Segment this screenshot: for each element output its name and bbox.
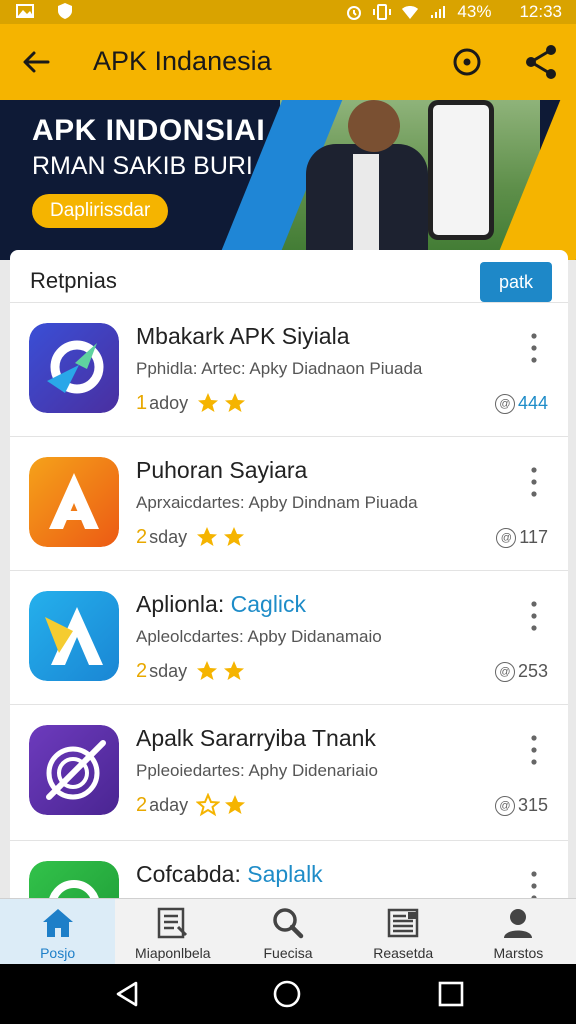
star-icon xyxy=(225,393,246,412)
download-count: @117 xyxy=(496,527,548,548)
clock: 12:33 xyxy=(519,2,562,21)
app-description: Ppleoiedartes: Aphy Didenariaio xyxy=(136,761,378,780)
signal-icon xyxy=(431,6,446,18)
recents-icon[interactable] xyxy=(436,979,466,1009)
app-list-card: Retpnias patk Mbakark APK Siyiala Pphidl… xyxy=(10,250,568,910)
back-arrow-icon[interactable] xyxy=(18,44,54,80)
app-meta: 2 aday xyxy=(136,793,247,817)
news-icon xyxy=(387,908,419,938)
app-icon xyxy=(29,323,119,413)
app-meta: 1 adoy xyxy=(136,391,247,415)
list-icon xyxy=(157,907,187,939)
app-list-item[interactable]: Apalk Sararryiba Tnank Ppleoiedartes: Ap… xyxy=(10,704,568,838)
share-icon[interactable] xyxy=(522,42,560,82)
app-list-item[interactable]: Mbakark APK Siyiala Pphidla: Artec: Apky… xyxy=(10,302,568,436)
alarm-icon xyxy=(347,6,362,20)
back-icon[interactable] xyxy=(112,979,142,1009)
app-icon xyxy=(29,725,119,815)
banner-title: APK INDONSIAI xyxy=(32,114,266,147)
nav-item-list[interactable]: Miaponlbela xyxy=(115,899,230,964)
gallery-icon xyxy=(16,4,34,18)
download-count: @253 xyxy=(494,661,548,682)
app-name: Puhoran Sayiara xyxy=(136,457,308,483)
nav-item-profile[interactable]: Marstos xyxy=(461,899,576,964)
star-icon xyxy=(224,661,245,680)
home-icon xyxy=(42,909,73,937)
more-vert-icon[interactable] xyxy=(526,599,542,633)
phone-image xyxy=(428,100,494,240)
banner-subtitle: RMAN SAKIB BURI xyxy=(32,152,253,180)
vibrate-icon xyxy=(373,4,392,20)
app-icon xyxy=(29,457,119,547)
more-vert-icon[interactable] xyxy=(526,331,542,365)
download-icon: @ xyxy=(494,393,515,414)
promo-banner[interactable]: APK INDONSIAI RMAN SAKIB BURI Daplirissd… xyxy=(0,100,576,260)
app-description: Apleolcdartes: Apby Didanamaio xyxy=(136,627,382,646)
app-name: Aplionla: Caglick xyxy=(136,591,307,617)
section-action-button[interactable]: patk xyxy=(480,262,552,302)
banner-button[interactable]: Daplirissdar xyxy=(32,194,169,228)
bottom-navigation: Posjo Miaponlbela Fuecisa Reasetda Marst… xyxy=(0,898,576,964)
app-bar: APK Indanesia xyxy=(0,24,576,100)
star-icon xyxy=(198,393,219,412)
star-icon xyxy=(197,527,218,546)
app-icon xyxy=(29,591,119,681)
download-count: @315 xyxy=(494,795,548,816)
home-button-icon[interactable] xyxy=(272,979,302,1009)
app-list-item[interactable]: Aplionla: Caglick Apleolcdartes: Apby Di… xyxy=(10,570,568,704)
rating-stars xyxy=(196,793,247,817)
app-description: Aprxaicdartes: Apby Dindnam Piuada xyxy=(136,493,418,512)
app-list-item[interactable]: Puhoran Sayiara Aprxaicdartes: Apby Dind… xyxy=(10,436,568,570)
profile-icon xyxy=(504,909,533,938)
app-meta: 2 sday xyxy=(136,659,246,683)
download-icon: @ xyxy=(494,795,515,816)
download-icon: @ xyxy=(496,527,517,548)
nav-item-search[interactable]: Fuecisa xyxy=(230,899,345,964)
nav-item-news[interactable]: Reasetda xyxy=(346,899,461,964)
app-name: Apalk Sararryiba Tnank xyxy=(136,725,376,751)
system-navigation-bar xyxy=(0,964,576,1024)
wifi-icon xyxy=(402,6,419,19)
rating-stars xyxy=(195,525,246,549)
battery-percent: 43% xyxy=(457,2,492,21)
more-vert-icon[interactable] xyxy=(526,465,542,499)
shield-icon xyxy=(58,3,72,19)
app-title: APK Indanesia xyxy=(93,46,272,76)
app-meta: 2 sday xyxy=(136,525,246,549)
more-vert-icon[interactable] xyxy=(526,733,542,767)
target-icon[interactable] xyxy=(449,44,485,80)
rating-stars xyxy=(196,391,247,415)
app-name: Cofcabda: Saplalk xyxy=(136,861,323,887)
app-name: Mbakark APK Siyiala xyxy=(136,323,350,349)
star-icon xyxy=(197,661,218,680)
app-description: Pphidla: Artec: Apky Diadnaon Piuada xyxy=(136,359,423,378)
star-icon xyxy=(224,527,245,546)
section-title: Retpnias xyxy=(30,268,117,293)
nav-item-home[interactable]: Posjo xyxy=(0,899,116,964)
download-count: @444 xyxy=(494,393,548,414)
rating-stars xyxy=(195,659,246,683)
star-icon xyxy=(225,795,246,814)
star-outline-icon xyxy=(196,793,221,817)
download-icon: @ xyxy=(494,661,515,682)
status-bar: 43% 12:33 xyxy=(0,0,576,24)
search-icon xyxy=(273,908,304,939)
